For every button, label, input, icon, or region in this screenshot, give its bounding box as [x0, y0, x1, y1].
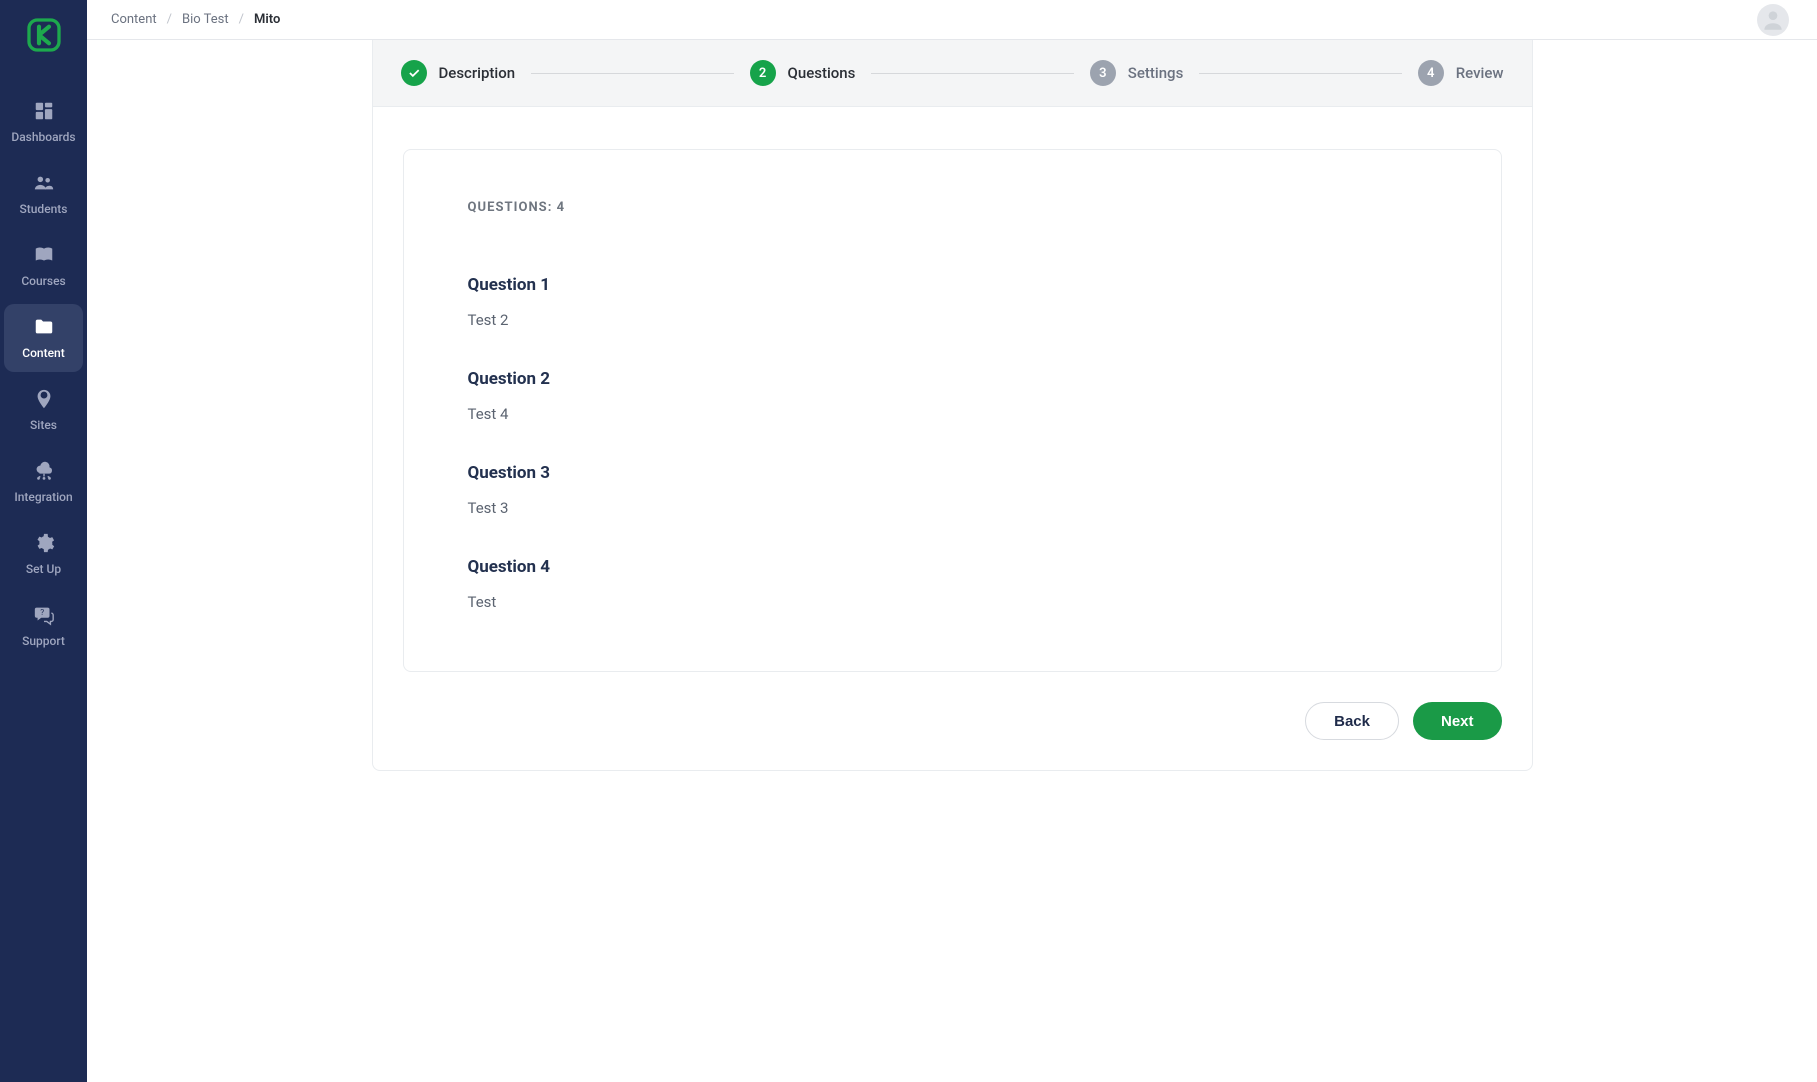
- question-text: Test 3: [468, 499, 1437, 517]
- main-scroll[interactable]: Description 2 Questions 3 Settings 4 Rev…: [87, 40, 1817, 1082]
- dashboard-icon: [33, 100, 55, 122]
- step-connector: [531, 73, 733, 74]
- question-text: Test 4: [468, 405, 1437, 423]
- sidebar-item-label: Content: [22, 346, 64, 360]
- step-questions[interactable]: 2 Questions: [750, 60, 856, 86]
- breadcrumb-item-current: Mito: [254, 12, 280, 27]
- help-chat-icon: ?: [33, 604, 55, 626]
- step-label: Questions: [788, 64, 856, 82]
- sidebar-item-support[interactable]: ? Support: [4, 592, 83, 660]
- question-title: Question 3: [468, 463, 1437, 483]
- step-label: Settings: [1128, 64, 1184, 82]
- question-title: Question 1: [468, 275, 1437, 295]
- sidebar-item-content[interactable]: Content: [4, 304, 83, 372]
- breadcrumb-item[interactable]: Bio Test: [182, 12, 229, 27]
- sidebar-item-label: Courses: [21, 274, 65, 288]
- sidebar-item-integration[interactable]: Integration: [4, 448, 83, 516]
- sidebar-item-label: Set Up: [26, 562, 61, 576]
- back-button[interactable]: Back: [1305, 702, 1399, 740]
- step-connector: [1199, 73, 1401, 74]
- sidebar-item-students[interactable]: Students: [4, 160, 83, 228]
- sidebar-item-dashboards[interactable]: Dashboards: [4, 88, 83, 156]
- sidebar: Dashboards Students Courses Content Site: [0, 0, 87, 1082]
- step-description[interactable]: Description: [401, 60, 516, 86]
- wizard-footer: Back Next: [403, 672, 1502, 740]
- question-item: Question 3 Test 3: [468, 463, 1437, 517]
- question-title: Question 4: [468, 557, 1437, 577]
- step-label: Review: [1456, 64, 1504, 82]
- app-logo: [21, 12, 67, 58]
- wizard-panel: Description 2 Questions 3 Settings 4 Rev…: [372, 40, 1533, 771]
- step-number-badge: 2: [750, 60, 776, 86]
- breadcrumb-separator: /: [239, 12, 244, 27]
- sidebar-nav: Dashboards Students Courses Content Site: [0, 88, 87, 660]
- gear-icon: [33, 532, 55, 554]
- svg-text:?: ?: [40, 608, 44, 618]
- question-title: Question 2: [468, 369, 1437, 389]
- wizard-stepper: Description 2 Questions 3 Settings 4 Rev…: [373, 40, 1532, 107]
- book-icon: [33, 244, 55, 266]
- question-item: Question 1 Test 2: [468, 275, 1437, 329]
- step-label: Description: [439, 64, 516, 82]
- user-avatar[interactable]: [1757, 4, 1789, 36]
- step-number-badge: 3: [1090, 60, 1116, 86]
- questions-card: QUESTIONS: 4 Question 1 Test 2 Question …: [403, 149, 1502, 672]
- topbar: Content / Bio Test / Mito: [87, 0, 1817, 40]
- check-icon: [401, 60, 427, 86]
- wizard-body: QUESTIONS: 4 Question 1 Test 2 Question …: [373, 107, 1532, 770]
- cloud-network-icon: [33, 460, 55, 482]
- location-icon: [33, 388, 55, 410]
- user-icon: [1760, 7, 1786, 33]
- step-number-badge: 4: [1418, 60, 1444, 86]
- people-icon: [33, 172, 55, 194]
- step-review[interactable]: 4 Review: [1418, 60, 1504, 86]
- breadcrumb-item[interactable]: Content: [111, 12, 157, 27]
- sidebar-item-sites[interactable]: Sites: [4, 376, 83, 444]
- next-button[interactable]: Next: [1413, 702, 1502, 740]
- step-connector: [871, 73, 1073, 74]
- sidebar-item-label: Students: [20, 202, 68, 216]
- question-text: Test 2: [468, 311, 1437, 329]
- sidebar-item-label: Integration: [14, 490, 72, 504]
- sidebar-item-label: Support: [22, 634, 65, 648]
- breadcrumb-separator: /: [167, 12, 172, 27]
- question-item: Question 4 Test: [468, 557, 1437, 611]
- folder-icon: [33, 316, 55, 338]
- breadcrumb: Content / Bio Test / Mito: [111, 12, 280, 27]
- questions-count-label: QUESTIONS: 4: [468, 200, 1437, 215]
- question-text: Test: [468, 593, 1437, 611]
- sidebar-item-courses[interactable]: Courses: [4, 232, 83, 300]
- logo-k-icon: [24, 15, 64, 55]
- step-settings[interactable]: 3 Settings: [1090, 60, 1184, 86]
- sidebar-item-setup[interactable]: Set Up: [4, 520, 83, 588]
- sidebar-item-label: Dashboards: [11, 130, 75, 144]
- question-item: Question 2 Test 4: [468, 369, 1437, 423]
- sidebar-item-label: Sites: [30, 418, 57, 432]
